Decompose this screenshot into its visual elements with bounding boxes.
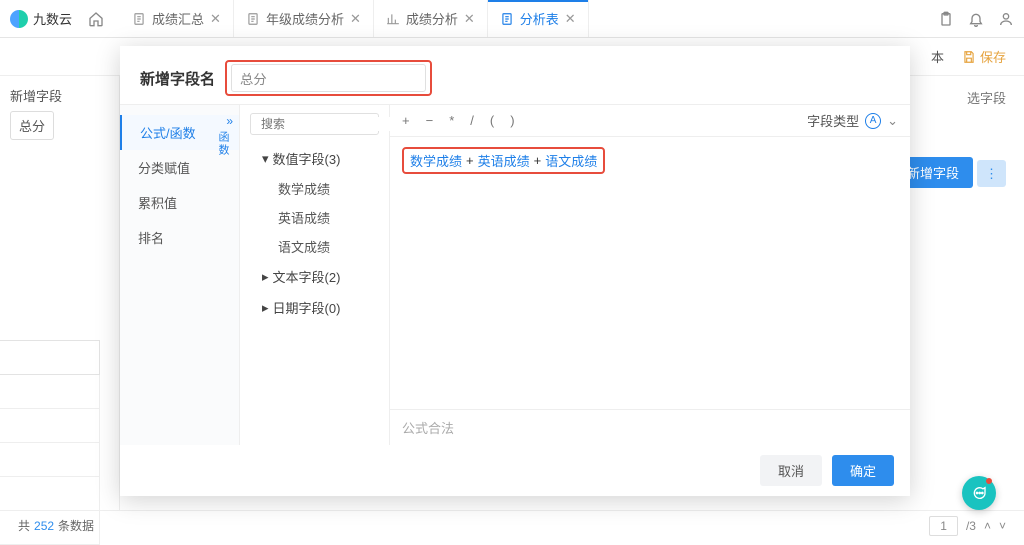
modal-body: 公式/函数 分类赋值 累积值 排名 » 函数 ▾数值字段(3) 数学成绩 英语成…	[120, 104, 910, 445]
cancel-button[interactable]: 取消	[760, 455, 822, 486]
confirm-button[interactable]: 确定	[832, 455, 894, 486]
formula-editor[interactable]: 数学成绩 + 英语成绩 + 语文成绩	[390, 137, 910, 409]
modal-overlay: 新增字段名 公式/函数 分类赋值 累积值 排名 » 函数 ▾数值字段(3)	[0, 0, 1024, 540]
modal-sidebar: 公式/函数 分类赋值 累积值 排名 » 函数	[120, 105, 240, 445]
tree-group-numeric[interactable]: ▾数值字段(3)	[250, 143, 379, 174]
formula-field-chip[interactable]: 语文成绩	[545, 151, 597, 170]
highlight-box	[225, 60, 432, 96]
field-tree-panel: ▾数值字段(3) 数学成绩 英语成绩 语文成绩 ▸文本字段(2) ▸日期字段(0…	[240, 105, 390, 445]
formula-op: +	[534, 153, 542, 168]
modal-title: 新增字段名	[140, 68, 215, 89]
op-mul[interactable]: *	[449, 113, 454, 128]
highlight-box: 数学成绩 + 英语成绩 + 语文成绩	[402, 147, 605, 174]
new-field-modal: 新增字段名 公式/函数 分类赋值 累积值 排名 » 函数 ▾数值字段(3)	[120, 46, 910, 496]
caret-right-icon: ▸	[262, 300, 269, 316]
sidebar-hint: 函数	[215, 131, 231, 157]
chat-icon	[971, 485, 987, 501]
search-input[interactable]	[250, 113, 379, 135]
help-fab[interactable]	[962, 476, 996, 510]
op-plus[interactable]: +	[402, 113, 410, 128]
op-lparen[interactable]: (	[490, 113, 494, 128]
tree-group-text[interactable]: ▸文本字段(2)	[250, 261, 379, 292]
tree-field-item[interactable]: 语文成绩	[250, 232, 379, 261]
field-type-badge-icon: A	[865, 113, 881, 129]
sidebar-item-cumulative[interactable]: 累积值	[120, 185, 239, 220]
modal-header: 新增字段名	[120, 46, 910, 104]
op-div[interactable]: /	[470, 113, 474, 128]
modal-footer: 取消 确定	[120, 445, 910, 496]
field-name-input[interactable]	[231, 64, 426, 92]
formula-field-chip[interactable]: 英语成绩	[478, 151, 530, 170]
tree-group-date[interactable]: ▸日期字段(0)	[250, 292, 379, 323]
formula-op: +	[466, 153, 474, 168]
formula-field-chip[interactable]: 数学成绩	[410, 151, 462, 170]
formula-status: 公式合法	[390, 409, 910, 445]
formula-panel: + − * / ( ) 字段类型 A ⌄ 数学成绩	[390, 105, 910, 445]
caret-right-icon: ▸	[262, 269, 269, 285]
sidebar-item-rank[interactable]: 排名	[120, 220, 239, 255]
collapse-icon[interactable]: »	[226, 115, 233, 127]
field-type-selector[interactable]: 字段类型 A ⌄	[807, 111, 898, 130]
tree-field-item[interactable]: 英语成绩	[250, 203, 379, 232]
tree-field-item[interactable]: 数学成绩	[250, 174, 379, 203]
caret-down-icon: ▾	[262, 151, 269, 167]
op-rparen[interactable]: )	[510, 113, 514, 128]
operator-bar: + − * / ( ) 字段类型 A ⌄	[390, 105, 910, 137]
chevron-down-icon: ⌄	[887, 113, 898, 129]
op-minus[interactable]: −	[426, 113, 434, 128]
